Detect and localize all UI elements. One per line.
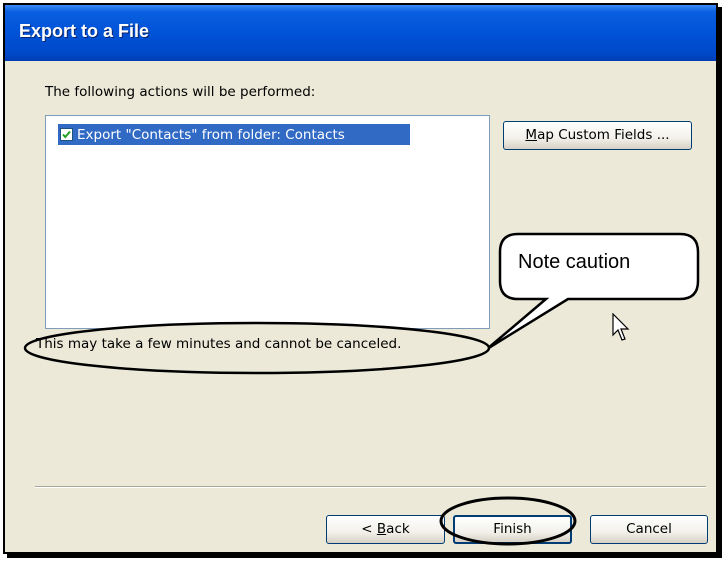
mouse-pointer-icon <box>612 313 630 341</box>
finish-highlight-oval <box>439 496 577 546</box>
caution-message: This may take a few minutes and cannot b… <box>36 336 402 352</box>
annotation-overlay <box>23 232 700 546</box>
note-caution-label: Note caution <box>518 251 631 273</box>
